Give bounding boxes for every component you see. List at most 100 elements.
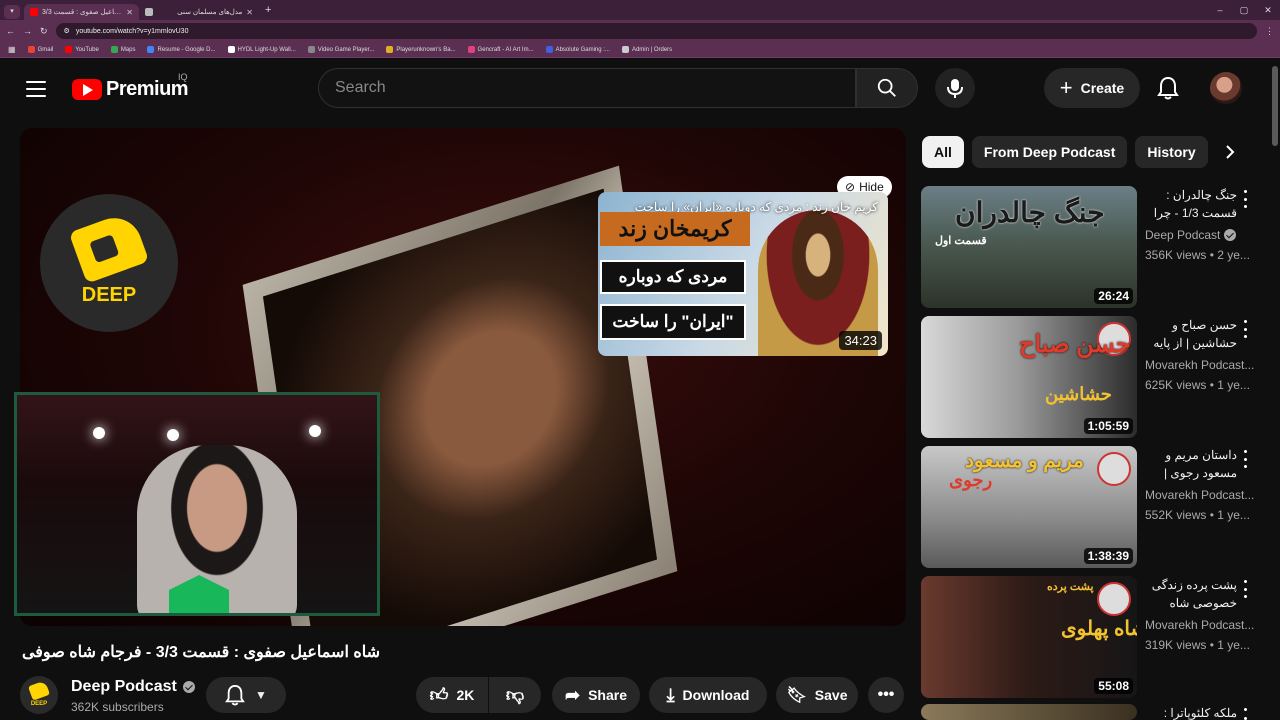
more-vertical-icon[interactable]	[1239, 320, 1251, 338]
video-thumbnail[interactable]	[921, 704, 1137, 720]
share-icon: ➦	[564, 684, 581, 705]
recommendation-item[interactable]: جنگ چالدران قسمت اول 26:24 جنگ چالدران :…	[921, 186, 1261, 308]
more-vertical-icon[interactable]	[1239, 190, 1251, 208]
address-bar[interactable]: ⚙ youtube.com/watch?v=y1mmlovU30	[55, 23, 1257, 39]
video-meta: 625K views • 1 ye...	[1145, 378, 1250, 392]
tab-search-button[interactable]: ▾	[4, 4, 20, 19]
search-button[interactable]	[856, 68, 918, 108]
channel-name-text: Deep Podcast	[1145, 228, 1221, 242]
video-title: پشت پرده زندگی خصوصی شاه	[1151, 578, 1237, 610]
youtube-premium-logo[interactable]: Premium IQ	[72, 72, 189, 101]
bookmark-label: Absolute Gaming :...	[555, 46, 610, 53]
reload-icon[interactable]: ↻	[40, 26, 48, 37]
save-label: Save	[814, 687, 848, 703]
back-icon[interactable]: ←	[6, 26, 15, 36]
bookmark-item[interactable]: HYDL Light-Up Wall...	[227, 46, 296, 53]
video-thumbnail[interactable]: جنگ چالدران قسمت اول 26:24	[921, 186, 1137, 308]
more-vertical-icon[interactable]	[1239, 708, 1251, 720]
more-actions-button[interactable]: •••	[868, 677, 904, 713]
channel-avatar-text: DEEP	[30, 701, 48, 707]
video-thumbnail[interactable]: مریم و مسعود رجوی 1:38:39	[921, 446, 1137, 568]
bookmark-icon	[110, 46, 118, 53]
bookmark-label: Video Game Player...	[317, 46, 375, 53]
thumbnail-subtext: پشت پرده	[1047, 581, 1094, 593]
thumbnail-subtext: قسمت اول	[935, 235, 987, 247]
user-avatar[interactable]	[1210, 72, 1242, 104]
apps-icon[interactable]: ▦	[8, 45, 16, 54]
minimize-icon[interactable]: –	[1208, 0, 1232, 20]
voice-search-button[interactable]	[935, 68, 975, 108]
bookmark-item[interactable]: Maps	[110, 46, 135, 53]
like-button[interactable]: 👍︎ 2K	[416, 677, 488, 713]
chip-history[interactable]: History	[1135, 136, 1208, 168]
video-meta: 552K views • 1 ye...	[1145, 508, 1250, 522]
chip-from-deep-podcast[interactable]: From Deep Podcast	[971, 136, 1128, 168]
more-vertical-icon[interactable]	[1239, 580, 1251, 598]
bookmark-icon	[227, 46, 235, 53]
thumbnail-subtext: حشاشین	[1045, 384, 1112, 404]
bookmark-item[interactable]: Absolute Gaming :...	[545, 46, 610, 53]
maximize-icon[interactable]: ▢	[1232, 0, 1256, 20]
extensions-icon[interactable]: ⋮	[1265, 26, 1274, 37]
bookmark-label: Gencraft - AI Art Im...	[477, 46, 534, 53]
page-scrollbar[interactable]	[1270, 60, 1280, 720]
bookmark-item[interactable]: Admin | Orders	[621, 46, 672, 53]
browser-tab-title: شاه اسماعیل صفوی : قسمت 3/3	[42, 9, 122, 16]
subscribed-notifications-button[interactable]: ▼	[206, 677, 286, 713]
save-button[interactable]: 🔖︎ Save	[776, 677, 858, 713]
bookmark-item[interactable]: Resume - Google D...	[147, 46, 216, 53]
share-button[interactable]: ➦ Share	[552, 677, 640, 713]
scrollbar-thumb[interactable]	[1272, 66, 1278, 146]
deep-watermark-text: DEEP	[81, 283, 137, 306]
channel-badge-image	[1097, 582, 1131, 616]
download-button[interactable]: ⤓ Download	[649, 677, 767, 713]
bookmark-icon	[621, 46, 629, 53]
youtube-header: Premium IQ Search + Create	[0, 60, 1280, 118]
channel-name: Movarekh Podcast...	[1145, 358, 1255, 372]
video-title: داستان مریم و مسعود رجوی |	[1163, 448, 1237, 480]
channel-name[interactable]: Deep Podcast	[71, 678, 195, 696]
bookmark-icon: 🔖︎	[786, 687, 807, 704]
video-title: ملکه کلئوپاترا :	[1163, 706, 1237, 720]
close-window-icon[interactable]: ✕	[1256, 0, 1280, 20]
video-duration: 26:24	[1094, 288, 1133, 304]
bookmark-label: Playerunknown's Ba...	[396, 46, 456, 53]
recommendation-item[interactable]: ملکه کلئوپاترا :	[921, 704, 1261, 720]
bookmark-item[interactable]: Playerunknown's Ba...	[386, 46, 456, 53]
thumbnail-text: شاه پهلوی	[1061, 618, 1137, 640]
chip-all[interactable]: All	[922, 136, 964, 168]
menu-icon[interactable]	[26, 81, 46, 97]
close-tab-icon[interactable]: ✕	[126, 8, 133, 17]
chips-next-button[interactable]	[1218, 140, 1242, 164]
browser-tab[interactable]: مدل‌های مسلمان سنی ✕	[139, 4, 259, 20]
create-button[interactable]: + Create	[1044, 68, 1140, 108]
bookmark-item[interactable]: Video Game Player...	[307, 46, 375, 53]
recommendation-item[interactable]: پشت پرده شاه پهلوی 55:08 پشت پرده زندگی …	[921, 576, 1261, 698]
browser-tab-strip: ▾ شاه اسماعیل صفوی : قسمت 3/3 ✕ مدل‌های …	[0, 0, 1280, 20]
bookmark-item[interactable]: Gencraft - AI Art Im...	[467, 46, 534, 53]
subscriber-count: 362K subscribers	[71, 700, 164, 714]
video-duration: 1:38:39	[1083, 548, 1133, 564]
site-info-icon[interactable]: ⚙	[64, 27, 70, 35]
endcard-video[interactable]: کریم خان زند : مردی که دوباره «ایران» را…	[598, 192, 888, 356]
bookmark-item[interactable]: YouTube	[65, 46, 99, 53]
more-vertical-icon[interactable]	[1239, 450, 1251, 468]
recommendation-item[interactable]: حسن صباح حشاشین 1:05:59 حسن صباح و حشاشی…	[921, 316, 1261, 438]
new-tab-button[interactable]: +	[265, 4, 271, 16]
notifications-button[interactable]	[1152, 72, 1184, 104]
video-thumbnail[interactable]: پشت پرده شاه پهلوی 55:08	[921, 576, 1137, 698]
thumbnail-subtext: رجوی	[949, 470, 993, 490]
bookmark-item[interactable]: Gmail	[27, 46, 53, 53]
browser-tab-active[interactable]: شاه اسماعیل صفوی : قسمت 3/3 ✕	[24, 4, 139, 20]
window-controls: – ▢ ✕	[1208, 0, 1280, 20]
channel-name-text: Deep Podcast	[71, 678, 177, 695]
forward-icon[interactable]: →	[23, 26, 32, 36]
dislike-button[interactable]: 👎︎	[489, 677, 541, 713]
bookmark-label: Resume - Google D...	[157, 46, 216, 53]
video-thumbnail[interactable]: حسن صباح حشاشین 1:05:59	[921, 316, 1137, 438]
thumbnail-text: جنگ چالدران	[955, 197, 1105, 228]
search-input[interactable]: Search	[318, 68, 856, 108]
channel-avatar[interactable]: DEEP	[20, 676, 58, 714]
recommendation-item[interactable]: مریم و مسعود رجوی 1:38:39 داستان مریم و …	[921, 446, 1261, 568]
close-tab-icon[interactable]: ✕	[246, 8, 253, 17]
